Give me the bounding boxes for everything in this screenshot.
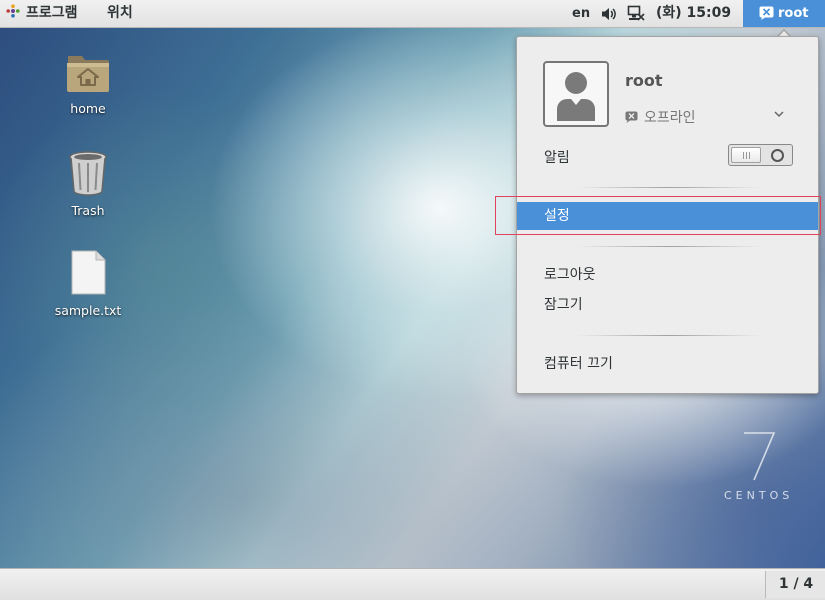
menu-separator bbox=[577, 187, 761, 188]
desktop-icon-sample-txt[interactable]: sample.txt bbox=[33, 250, 143, 318]
menu-separator bbox=[577, 246, 761, 247]
desktop-icon-label: Trash bbox=[71, 203, 105, 218]
menu-item-logout[interactable]: 로그아웃 bbox=[517, 261, 818, 289]
trash-icon bbox=[69, 151, 107, 196]
toggle-off-indicator bbox=[771, 149, 784, 162]
screen: home Trash sample.txt CENTOS 프로그램 위치 en … bbox=[0, 0, 825, 600]
keyboard-layout-indicator[interactable]: en bbox=[572, 0, 590, 27]
offline-status-icon bbox=[759, 6, 774, 20]
notifications-label: 알림 bbox=[544, 150, 570, 166]
user-avatar-icon bbox=[557, 72, 595, 121]
user-menu-button[interactable]: root bbox=[743, 0, 825, 27]
desktop-icon-label: sample.txt bbox=[54, 303, 122, 318]
user-menu-label: root bbox=[778, 6, 809, 21]
workspace-indicator[interactable]: 1 / 4 bbox=[765, 571, 825, 598]
clock[interactable]: (화) 15:09 bbox=[656, 0, 731, 27]
notifications-toggle[interactable] bbox=[728, 144, 793, 166]
desktop-icon-home[interactable]: home bbox=[33, 50, 143, 116]
menu-item-power-off[interactable]: 컴퓨터 끄기 bbox=[517, 350, 818, 378]
places-menu-button[interactable]: 위치 bbox=[107, 0, 133, 27]
avatar[interactable] bbox=[543, 61, 609, 127]
presence-status-label: 오프라인 bbox=[644, 110, 696, 126]
text-file-icon bbox=[71, 250, 106, 295]
gnome-foot-icon bbox=[6, 4, 20, 18]
centos-wordmark: CENTOS bbox=[724, 489, 794, 502]
network-offline-icon[interactable] bbox=[627, 5, 645, 22]
centos-logo-icon bbox=[744, 432, 776, 481]
menu-separator bbox=[577, 335, 761, 336]
desktop-icon-trash[interactable]: Trash bbox=[33, 150, 143, 218]
applications-menu-button[interactable]: 프로그램 bbox=[6, 0, 78, 27]
offline-status-icon bbox=[625, 111, 638, 123]
top-panel: 프로그램 위치 en (화) 15:09 root bbox=[0, 0, 825, 28]
selection-highlight-frame bbox=[495, 196, 821, 235]
desktop-icon-label: home bbox=[70, 101, 106, 116]
folder-home-icon bbox=[67, 56, 109, 92]
chevron-down-icon[interactable] bbox=[772, 107, 786, 121]
user-name: root bbox=[625, 71, 663, 90]
menu-item-lock[interactable]: 잠그기 bbox=[517, 291, 818, 319]
volume-icon[interactable] bbox=[601, 6, 617, 22]
applications-menu-label: 프로그램 bbox=[26, 5, 78, 21]
bottom-panel: 1 / 4 bbox=[0, 568, 825, 600]
presence-status-selector[interactable]: 오프라인 bbox=[625, 107, 696, 127]
toggle-knob[interactable] bbox=[731, 147, 761, 163]
